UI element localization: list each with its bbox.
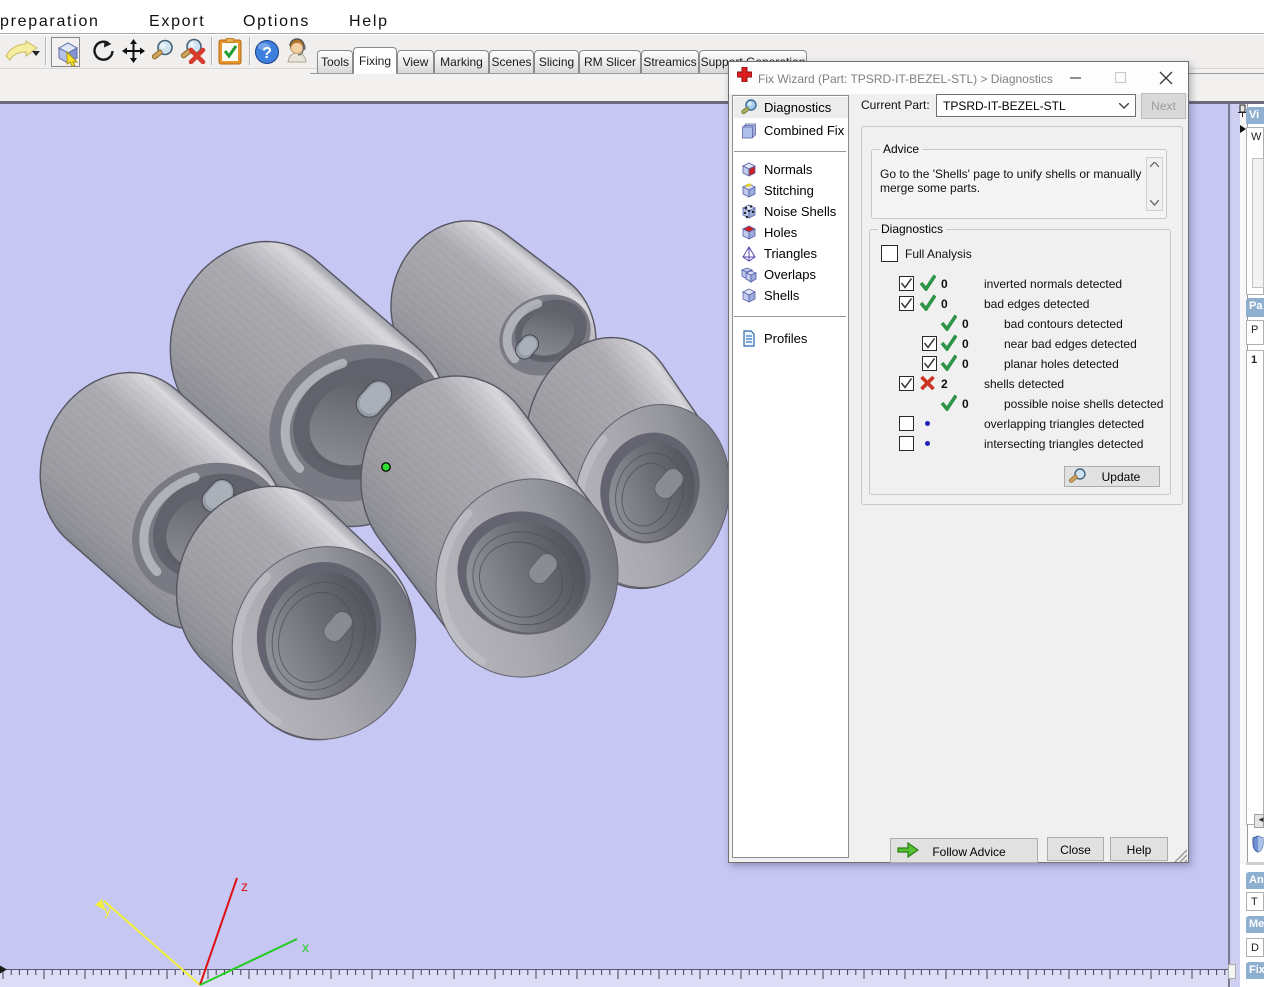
svg-text:y: y bbox=[104, 902, 111, 918]
svg-text:?: ? bbox=[262, 45, 272, 62]
svg-text:x: x bbox=[302, 939, 309, 955]
svg-text:z: z bbox=[241, 878, 248, 894]
